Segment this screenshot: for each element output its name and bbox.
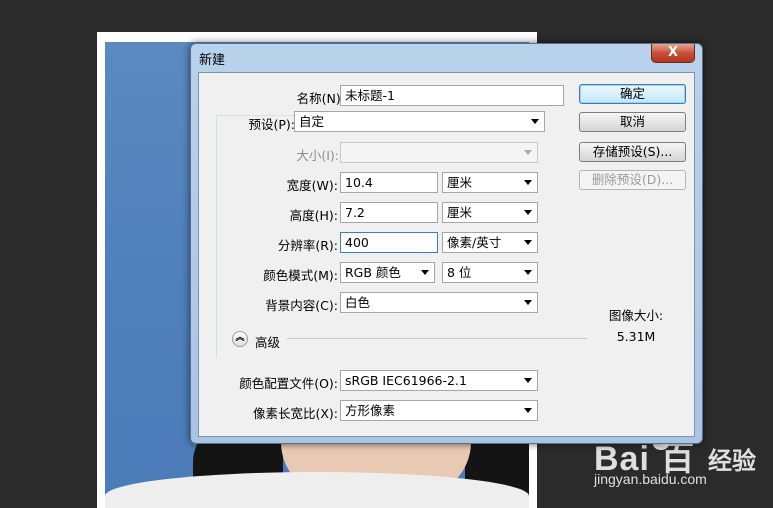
resolution-input[interactable]: 400	[340, 232, 438, 253]
chevron-down-icon	[524, 180, 532, 185]
advanced-label: 高级	[255, 335, 281, 350]
image-size-value: 5.31M	[616, 329, 656, 344]
watermark-url: jingyan.baidu.com	[594, 471, 707, 487]
preset-label: 预设(P):	[248, 117, 295, 132]
advanced-toggle-button[interactable]: ︽	[232, 331, 248, 347]
name-input[interactable]: 未标题-1	[340, 85, 564, 106]
height-input[interactable]: 7.2	[340, 202, 438, 223]
preset-select[interactable]: 自定	[294, 111, 545, 132]
chevron-down-icon	[524, 408, 532, 413]
color-mode-value: RGB 颜色	[345, 265, 401, 280]
name-label: 名称(N):	[296, 91, 345, 106]
chevron-down-icon	[524, 240, 532, 245]
chevron-down-icon	[531, 119, 539, 124]
watermark-jingyan: 经验	[708, 447, 756, 475]
preset-value: 自定	[299, 114, 325, 129]
chevron-down-icon	[524, 150, 532, 155]
color-profile-value: sRGB IEC61966-2.1	[345, 373, 467, 388]
chevron-down-icon	[524, 378, 532, 383]
width-input[interactable]: 10.4	[340, 172, 438, 193]
cancel-button[interactable]: 取消	[579, 112, 686, 132]
close-icon: X	[667, 45, 679, 60]
new-document-dialog: 新建 X 名称(N): 未标题-1 预设(P): 自定 大小(I): 宽度(W)…	[190, 43, 703, 444]
height-unit-value: 厘米	[447, 205, 473, 220]
pixel-aspect-select[interactable]: 方形像素	[340, 400, 538, 421]
height-unit-select[interactable]: 厘米	[442, 202, 538, 223]
dialog-title: 新建	[199, 53, 226, 68]
chevron-up-icon: ︽	[235, 333, 245, 343]
resolution-unit-select[interactable]: 像素/英寸	[442, 232, 538, 253]
width-unit-select[interactable]: 厘米	[442, 172, 538, 193]
background-label: 背景内容(C):	[265, 298, 338, 313]
width-unit-value: 厘米	[447, 175, 473, 190]
dialog-titlebar[interactable]: 新建 X	[191, 44, 702, 70]
chevron-down-icon	[524, 270, 532, 275]
color-profile-select[interactable]: sRGB IEC61966-2.1	[340, 370, 538, 391]
delete-preset-button: 删除预设(D)...	[579, 170, 686, 190]
bit-depth-select[interactable]: 8 位	[442, 262, 538, 283]
chevron-down-icon	[421, 270, 429, 275]
width-label: 宽度(W):	[286, 178, 338, 193]
chevron-down-icon	[524, 210, 532, 215]
height-label: 高度(H):	[289, 208, 338, 223]
color-mode-select[interactable]: RGB 颜色	[340, 262, 435, 283]
chevron-down-icon	[524, 300, 532, 305]
color-mode-label: 颜色模式(M):	[263, 268, 338, 283]
close-button[interactable]: X	[651, 44, 695, 63]
resolution-label: 分辨率(R):	[277, 238, 338, 253]
bit-depth-value: 8 位	[447, 265, 472, 280]
save-preset-button[interactable]: 存储预设(S)...	[579, 142, 686, 162]
pixel-aspect-value: 方形像素	[345, 403, 396, 418]
image-size-label: 图像大小:	[608, 308, 664, 323]
advanced-divider	[287, 338, 587, 339]
dialog-body: 名称(N): 未标题-1 预设(P): 自定 大小(I): 宽度(W): 10.…	[198, 72, 695, 437]
color-profile-label: 颜色配置文件(O):	[239, 376, 338, 391]
ok-button[interactable]: 确定	[579, 84, 686, 104]
size-label: 大小(I):	[296, 148, 339, 163]
resolution-unit-value: 像素/英寸	[447, 235, 502, 250]
background-value: 白色	[345, 295, 371, 310]
background-select[interactable]: 白色	[340, 292, 538, 313]
size-select	[340, 142, 538, 163]
pixel-aspect-label: 像素长宽比(X):	[252, 406, 338, 421]
